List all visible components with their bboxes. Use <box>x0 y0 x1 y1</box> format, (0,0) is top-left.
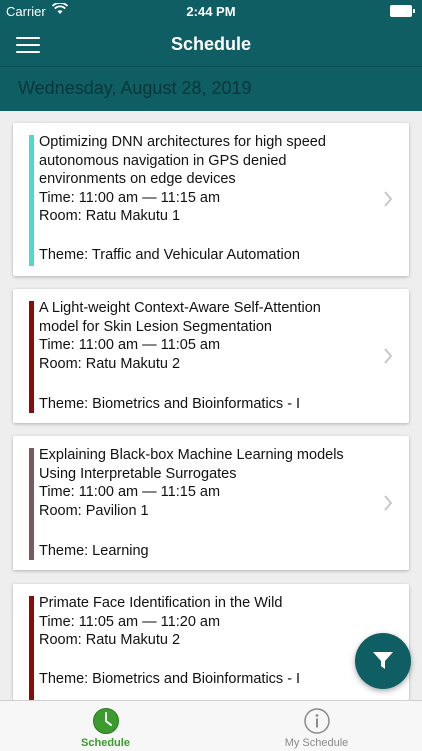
session-time: Time: 11:00 am — 11:15 am <box>39 484 221 500</box>
session-title-line: Using Interpretable Surrogates <box>39 465 237 482</box>
navigation-bar: Schedule <box>0 22 422 66</box>
status-bar: Carrier 2:44 PM <box>0 0 422 22</box>
session-details: A Light-weight Context-Aware Self-Attent… <box>39 299 369 373</box>
session-room: Room: Ratu Makutu 1 <box>39 208 181 224</box>
session-time: Time: 11:00 am — 11:15 am <box>39 189 221 206</box>
session-details: Explaining Black-box Machine Learning mo… <box>39 446 369 520</box>
session-title-line: autonomous navigation in GPS denied <box>39 152 287 169</box>
tab-my-schedule[interactable]: My Schedule <box>211 701 422 751</box>
theme-color-bar <box>29 301 34 413</box>
session-title-line: Explaining Black-box Machine Learning mo… <box>39 447 344 463</box>
session-card[interactable]: A Light-weight Context-Aware Self-Attent… <box>13 289 409 423</box>
session-details: Optimizing DNN architectures for high sp… <box>39 133 369 226</box>
chevron-right-icon <box>383 191 393 207</box>
date-label: Wednesday, August 28, 2019 <box>18 78 252 98</box>
session-title-line: model for Skin Lesion Segmentation <box>39 318 272 335</box>
session-details: Primate Face Identification in the Wild … <box>39 594 369 650</box>
session-theme: Theme: Biometrics and Bioinformatics - I <box>39 671 301 687</box>
theme-color-bar <box>29 135 34 266</box>
session-card[interactable]: Explaining Black-box Machine Learning mo… <box>13 436 409 570</box>
session-card[interactable]: Primate Face Identification in the Wild … <box>13 584 409 700</box>
tab-label: My Schedule <box>284 737 349 749</box>
tab-schedule[interactable]: Schedule <box>0 701 211 751</box>
session-room: Room: Pavilion 1 <box>39 502 149 519</box>
theme-color-bar <box>29 596 34 700</box>
session-theme: Theme: Learning <box>39 543 149 559</box>
clock-icon <box>92 708 119 734</box>
page-title: Schedule <box>170 34 252 54</box>
clock-time: 2:44 PM <box>186 4 236 19</box>
filter-button[interactable] <box>355 633 411 689</box>
info-circle-icon <box>303 708 330 734</box>
date-section-header: Wednesday, August 28, 2019 <box>0 66 422 111</box>
session-room: Room: Ratu Makutu 2 <box>39 355 181 372</box>
battery-icon <box>390 5 415 17</box>
session-card[interactable]: Optimizing DNN architectures for high sp… <box>13 123 409 276</box>
session-title-line: environments on edge devices <box>39 171 236 187</box>
chevron-right-icon <box>383 348 393 364</box>
session-room: Room: Ratu Makutu 2 <box>39 632 181 648</box>
chevron-right-icon <box>383 495 393 511</box>
session-time: Time: 11:05 am — 11:20 am <box>39 613 221 630</box>
session-title-line: Primate Face Identification in the Wild <box>39 595 283 611</box>
tab-label: Schedule <box>81 737 130 749</box>
filter-funnel-icon <box>373 652 393 669</box>
session-title-line: A Light-weight Context-Aware Self-Attent… <box>39 300 321 316</box>
session-theme: Theme: Traffic and Vehicular Automation <box>39 247 300 263</box>
theme-color-bar <box>29 448 34 560</box>
session-theme: Theme: Biometrics and Bioinformatics - I <box>39 396 301 412</box>
tab-bar: Schedule My Schedule <box>0 700 422 751</box>
session-time: Time: 11:00 am — 11:05 am <box>39 337 221 353</box>
session-title-line: Optimizing DNN architectures for high sp… <box>39 134 326 150</box>
